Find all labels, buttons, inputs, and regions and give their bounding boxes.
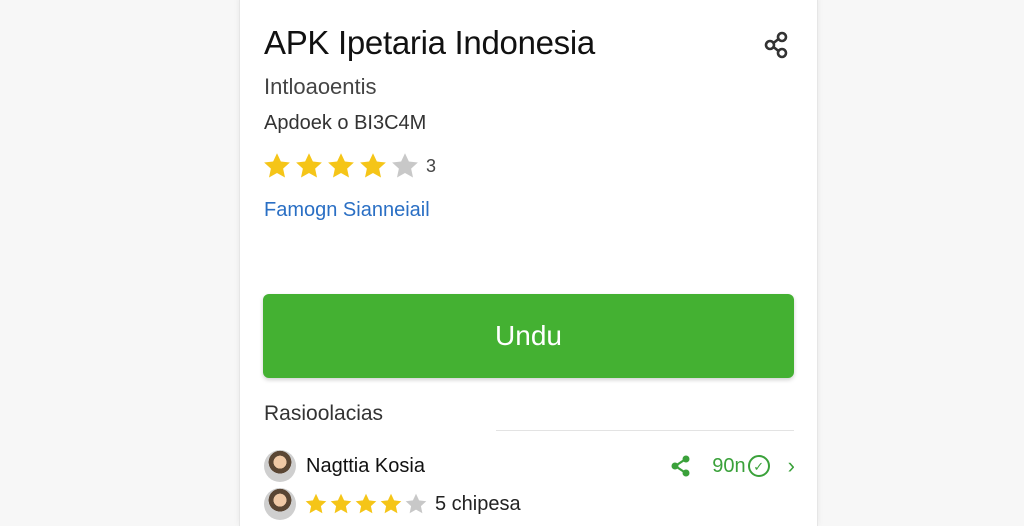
star-empty-icon <box>405 493 427 514</box>
review-row[interactable]: Nagttia Kosia 90n ✓ › <box>264 448 795 484</box>
review-text: 5 chipesa <box>435 492 521 515</box>
reviews-section-title: Rasioolacias <box>264 402 384 425</box>
circle-badge-icon: ✓ <box>747 455 770 477</box>
avatar <box>264 488 296 520</box>
rating-count: 3 <box>426 155 437 176</box>
share-icon-graphic <box>671 455 690 477</box>
review-row[interactable]: 5 chipesa <box>264 486 795 522</box>
share-icon[interactable] <box>762 30 792 60</box>
app-title: APK Ipetaria Indonesia <box>264 24 595 61</box>
developer-link[interactable]: Famogn Sianneiail <box>264 199 430 222</box>
star-filled-icon <box>296 153 322 178</box>
avatar <box>264 450 296 482</box>
app-meta: Apdoek o BI3C4M <box>264 112 427 134</box>
share-icon[interactable] <box>668 453 694 479</box>
app-category: Intloaoentis <box>264 74 377 99</box>
action-label: 90n <box>712 454 746 477</box>
download-button[interactable]: Undu <box>263 294 794 378</box>
rating-stars <box>262 151 422 181</box>
star-filled-icon <box>264 153 290 178</box>
app-detail-card: APK Ipetaria Indonesia Intloaoentis Apdo… <box>239 0 818 526</box>
share-icon-graphic <box>764 31 788 59</box>
rating: 3 <box>262 150 436 182</box>
review-actions: 90n ✓ › <box>668 453 795 479</box>
review-stars <box>304 492 429 516</box>
reviewer-name: Nagttia Kosia <box>306 454 425 477</box>
chevron-right-icon[interactable]: › <box>788 453 795 479</box>
star-filled-icon <box>360 153 386 178</box>
star-filled-icon <box>380 493 402 514</box>
section-divider <box>496 430 794 431</box>
star-filled-icon <box>328 153 354 178</box>
star-empty-icon <box>392 153 418 178</box>
star-filled-icon <box>355 493 377 514</box>
star-filled-icon <box>330 493 352 514</box>
star-filled-icon <box>305 493 327 514</box>
